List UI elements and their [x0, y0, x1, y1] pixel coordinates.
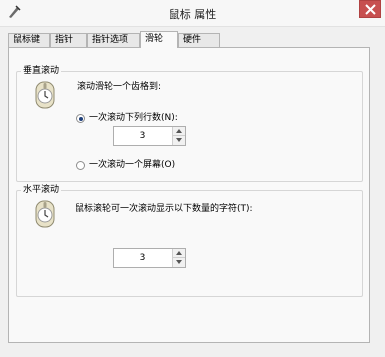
chars-spinner-down[interactable]	[172, 258, 185, 267]
chars-spinner-value[interactable]: 3	[114, 249, 171, 267]
radio-scroll-lines-label[interactable]: 一次滚动下列行数(N):	[89, 112, 178, 124]
tab-pointer-options[interactable]: 指针选项	[87, 33, 140, 47]
radio-scroll-lines[interactable]	[76, 114, 85, 123]
mouse-icon	[35, 81, 55, 109]
horizontal-scroll-group: 水平滚动 鼠标滚轮可一次滚动显示以下数量的字符(T): 3	[16, 184, 363, 297]
close-button[interactable]	[359, 0, 381, 18]
radio-scroll-screen[interactable]	[76, 161, 85, 170]
chevron-up-icon	[176, 251, 182, 255]
vertical-scroll-prompt: 滚动滑轮一个齿格到:	[77, 82, 162, 92]
tab-mouse-buttons[interactable]: 鼠标键	[8, 33, 50, 47]
tab-pointers[interactable]: 指针	[50, 33, 87, 47]
lines-spinner-down[interactable]	[172, 136, 185, 145]
chevron-down-icon	[176, 138, 182, 142]
chevron-up-icon	[176, 129, 182, 133]
window-title: 鼠标 属性	[168, 8, 217, 21]
lines-spinner[interactable]: 3	[113, 126, 186, 146]
close-icon	[365, 4, 376, 15]
chevron-down-icon	[176, 260, 182, 264]
chars-spinner[interactable]: 3	[113, 248, 186, 268]
lines-spinner-up[interactable]	[172, 127, 185, 136]
horizontal-scroll-prompt: 鼠标滚轮可一次滚动显示以下数量的字符(T):	[75, 204, 253, 214]
radio-scroll-screen-label[interactable]: 一次滚动一个屏幕(O)	[89, 159, 175, 171]
vertical-scroll-title: 垂直滚动	[21, 65, 62, 77]
tab-wheel[interactable]: 滑轮	[140, 31, 178, 48]
mouse-icon	[35, 200, 55, 228]
horizontal-scroll-title: 水平滚动	[21, 184, 62, 196]
lines-spinner-value[interactable]: 3	[114, 127, 171, 145]
title-bar: 鼠标 属性	[0, 0, 385, 27]
tab-panel: 垂直滚动 滚动滑轮一个齿格到: 一次滚动下列行数(N): 3 一次滚动一个屏幕(…	[8, 47, 370, 343]
chars-spinner-up[interactable]	[172, 249, 185, 258]
vertical-scroll-group: 垂直滚动 滚动滑轮一个齿格到: 一次滚动下列行数(N): 3 一次滚动一个屏幕(…	[16, 65, 363, 182]
tab-hardware[interactable]: 硬件	[178, 33, 220, 47]
